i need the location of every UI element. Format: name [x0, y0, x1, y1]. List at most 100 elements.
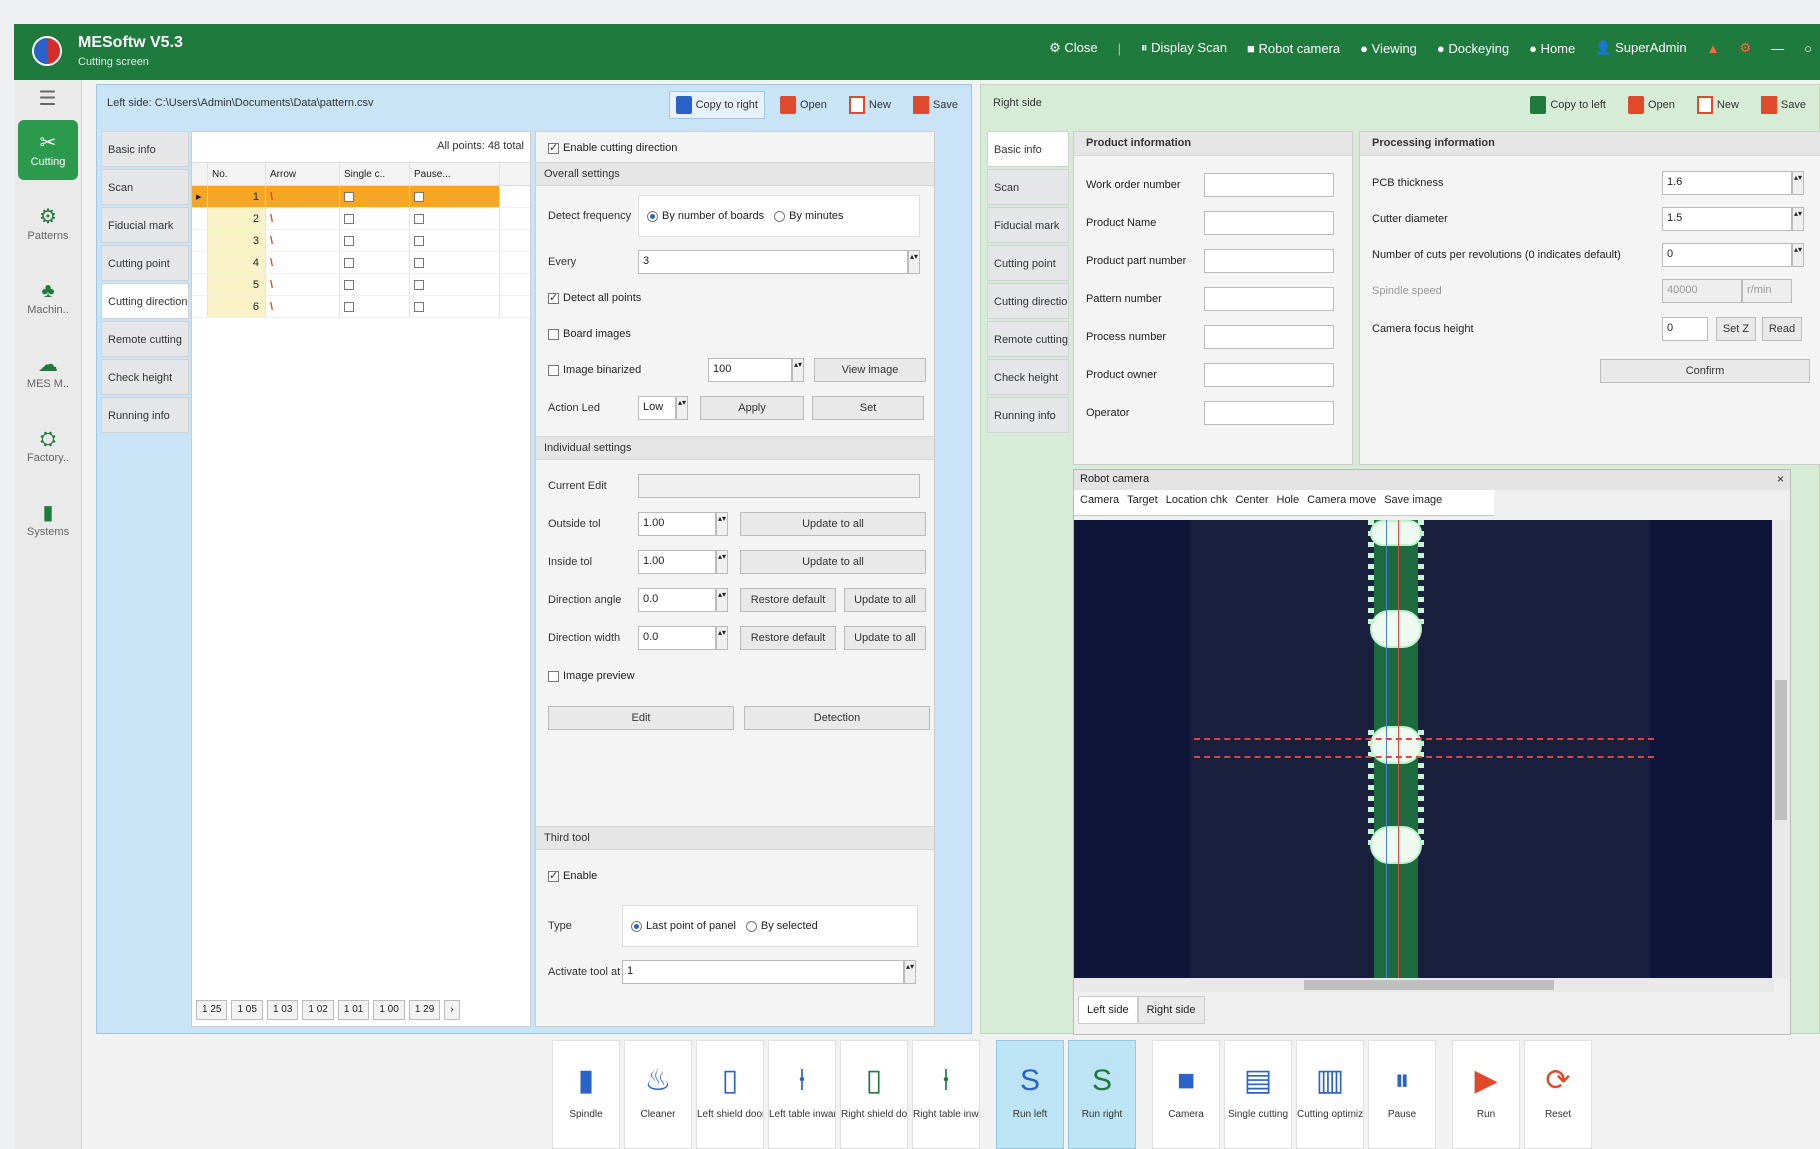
top-user[interactable]: 👤 SuperAdmin: [1595, 40, 1686, 56]
toolbar-spindle-button[interactable]: ▮ Spindle: [552, 1040, 620, 1149]
pcb-thickness-spinner[interactable]: ▴▾: [1792, 171, 1804, 195]
row-pause-check[interactable]: [410, 230, 500, 251]
spinner-arrows-icon[interactable]: ▴▾: [716, 588, 728, 612]
by-minutes-radio[interactable]: By minutes: [774, 210, 844, 222]
row-pause-check[interactable]: [410, 252, 500, 273]
right-tab-cutting-point[interactable]: Cutting point: [987, 245, 1069, 281]
checkbox[interactable]: [548, 328, 559, 340]
right-tab-check-height[interactable]: Check height: [987, 359, 1069, 395]
pager-button[interactable]: 1 02: [302, 1000, 334, 1020]
inside-tol-spinner[interactable]: ▴▾: [716, 550, 728, 574]
checkbox[interactable]: [414, 213, 424, 224]
left-tab-check-height[interactable]: Check height: [101, 359, 189, 395]
toolbar-right-table-inward-button[interactable]: ⍿ Right table inward: [912, 1040, 980, 1149]
every-spinner[interactable]: ▴▾: [908, 250, 920, 274]
checkbox[interactable]: [414, 235, 424, 246]
toolbar-right-shield-door-button[interactable]: ▯ Right shield door: [840, 1040, 908, 1149]
set-z-button[interactable]: Set Z: [1716, 317, 1756, 341]
right-tab-fiducial-mark[interactable]: Fiducial mark: [987, 207, 1069, 243]
toolbar-single-cutting-button[interactable]: ▤ Single cutting: [1224, 1040, 1292, 1149]
view-image-button[interactable]: View image: [814, 358, 926, 382]
outside-tol-spinner[interactable]: ▴▾: [716, 512, 728, 536]
checkbox[interactable]: [344, 213, 354, 224]
pager-button[interactable]: 1 25: [196, 1000, 228, 1020]
pattern-number-input[interactable]: [1204, 287, 1334, 311]
row-single-check[interactable]: [340, 230, 410, 251]
row-single-check[interactable]: [340, 274, 410, 295]
right-tab-cutting-direction[interactable]: Cutting direction: [987, 283, 1069, 319]
table-row[interactable]: 5 \: [192, 274, 530, 296]
table-row[interactable]: ▸ 1 \: [192, 186, 530, 208]
top-dockeying[interactable]: ● Dockeying: [1437, 41, 1509, 56]
confirm-button[interactable]: Confirm: [1600, 359, 1810, 383]
left-save-button[interactable]: Save: [906, 91, 965, 119]
action-led-spinner[interactable]: ▴▾: [676, 396, 688, 420]
table-header-no[interactable]: No.: [208, 163, 266, 185]
row-pause-check[interactable]: [410, 274, 500, 295]
table-header-arrow[interactable]: Arrow: [266, 163, 340, 185]
spinner-arrows-icon[interactable]: ▴▾: [904, 960, 916, 984]
edit-button[interactable]: Edit: [548, 706, 734, 730]
left-tab-cutting-direction[interactable]: Cutting direction: [101, 283, 189, 319]
radio-dot[interactable]: [745, 920, 757, 932]
radio-dot[interactable]: [774, 210, 786, 222]
side-tab-right[interactable]: Right side: [1137, 996, 1205, 1024]
spinner-arrows-icon[interactable]: ▴▾: [1792, 171, 1804, 195]
spinner-arrows-icon[interactable]: ▴▾: [1792, 243, 1804, 267]
pager-button[interactable]: 1 03: [266, 1000, 299, 1020]
width-update-all-button[interactable]: Update to all: [844, 626, 926, 650]
action-led-input[interactable]: Low: [638, 396, 676, 420]
close-window-icon[interactable]: ○: [1804, 41, 1812, 56]
radio-dot[interactable]: [647, 210, 658, 222]
image-preview-checkbox[interactable]: Image preview: [548, 670, 635, 682]
outside-update-all-button[interactable]: Update to all: [740, 512, 926, 536]
right-save-button[interactable]: Save: [1754, 91, 1813, 119]
process-number-input[interactable]: [1204, 325, 1334, 349]
spinner-arrows-icon[interactable]: ▴▾: [908, 250, 920, 274]
left-tab-running-info[interactable]: Running info: [101, 397, 189, 433]
nav-systems[interactable]: ▮ Systems: [18, 490, 78, 550]
camera-tab-hole[interactable]: Hole: [1277, 494, 1300, 511]
toolbar-cleaner-button[interactable]: ♨ Cleaner: [624, 1040, 692, 1149]
table-row[interactable]: 3 \: [192, 230, 530, 252]
cuts-per-rev-spinner[interactable]: ▴▾: [1792, 243, 1804, 267]
row-single-check[interactable]: [340, 296, 410, 317]
nav-patterns[interactable]: ⚙ Patterns: [18, 194, 78, 254]
top-home[interactable]: ● Home: [1529, 41, 1575, 56]
enable-direction-checkbox[interactable]: Enable cutting direction: [548, 141, 677, 154]
right-open-button[interactable]: Open: [1621, 91, 1682, 119]
minimize-icon[interactable]: —: [1771, 41, 1784, 56]
angle-update-all-button[interactable]: Update to all: [844, 588, 926, 612]
table-row[interactable]: 6 \: [192, 296, 530, 318]
product-name-input[interactable]: [1204, 211, 1334, 235]
camera-horizontal-scrollbar[interactable]: [1074, 978, 1774, 992]
third-enable-checkbox[interactable]: Enable: [548, 869, 597, 882]
row-single-check[interactable]: [340, 186, 410, 207]
top-close[interactable]: ⚙ Close: [1049, 40, 1098, 56]
pager-button[interactable]: 1 00: [373, 1000, 405, 1020]
row-pause-check[interactable]: [410, 296, 500, 317]
left-open-button[interactable]: Open: [773, 91, 834, 119]
settings-icon[interactable]: ⚙: [1739, 40, 1751, 56]
part-number-input[interactable]: [1204, 249, 1334, 273]
current-edit-input[interactable]: [638, 474, 920, 498]
inside-update-all-button[interactable]: Update to all: [740, 550, 926, 574]
camera-tab-location[interactable]: Location chk: [1166, 494, 1228, 511]
direction-width-input[interactable]: 0.0: [638, 626, 716, 650]
table-row[interactable]: 2 \: [192, 208, 530, 230]
apply-button[interactable]: Apply: [700, 396, 804, 420]
checkbox[interactable]: [414, 257, 424, 268]
detect-all-checkbox[interactable]: Detect all points: [548, 291, 641, 304]
pager-button[interactable]: 1 29: [408, 1000, 441, 1020]
by-boards-radio[interactable]: By number of boards: [647, 210, 764, 222]
spinner-arrows-icon[interactable]: ▴▾: [1792, 207, 1804, 231]
checkbox[interactable]: [414, 301, 424, 312]
left-new-button[interactable]: New: [842, 91, 898, 119]
detection-button[interactable]: Detection: [744, 706, 930, 730]
left-tab-cutting-point[interactable]: Cutting point: [101, 245, 189, 281]
table-header-pause[interactable]: Pause...: [410, 163, 500, 185]
copy-to-right-button[interactable]: Copy to right: [668, 91, 765, 119]
direction-angle-input[interactable]: 0.0: [638, 588, 716, 612]
last-point-radio[interactable]: Last point of panel: [631, 920, 736, 932]
spinner-arrows-icon[interactable]: ▴▾: [792, 358, 804, 382]
